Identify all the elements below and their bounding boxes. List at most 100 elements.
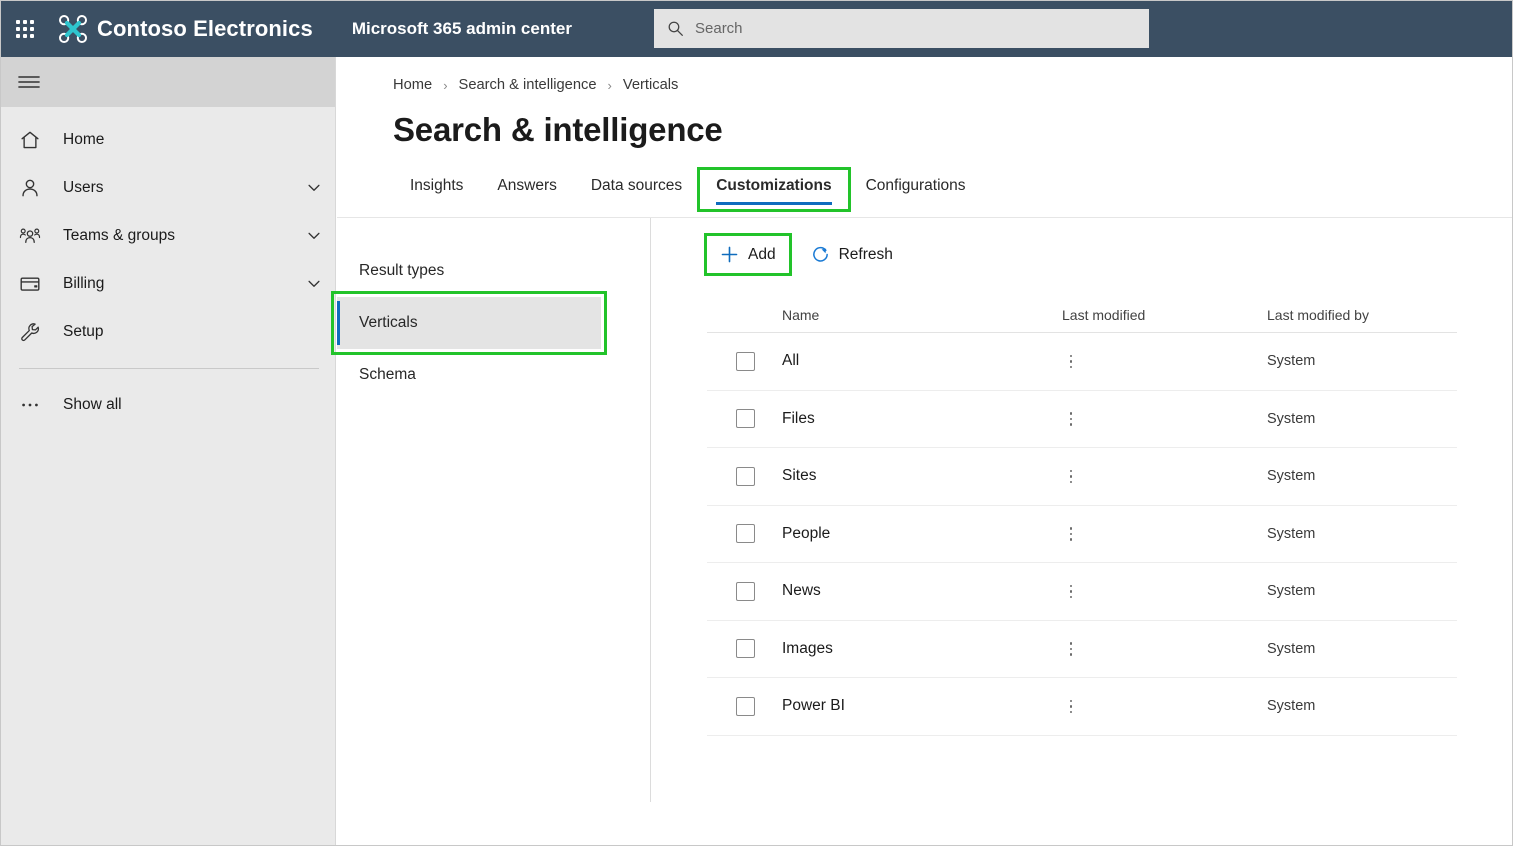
sidebar-item-label: Users (63, 179, 104, 196)
row-last-modified-by: System (1267, 468, 1316, 485)
refresh-icon (812, 246, 828, 262)
column-header-name[interactable]: Name (782, 307, 1062, 323)
hamburger-menu-icon[interactable] (1, 57, 335, 107)
row-checkbox[interactable] (736, 639, 755, 659)
table-row[interactable]: Files System (707, 391, 1457, 448)
table-row[interactable]: Sites System (707, 448, 1457, 506)
search-input[interactable] (695, 20, 1136, 37)
row-last-modified-by: System (1267, 583, 1316, 600)
more-options-kebab-icon[interactable] (1062, 523, 1080, 545)
people-group-icon (19, 228, 41, 244)
sidebar-item-billing[interactable]: Billing (1, 260, 335, 308)
tab-customizations[interactable]: Customizations (697, 167, 851, 212)
row-last-modified-by: System (1267, 525, 1316, 542)
row-last-modified-by: System (1267, 353, 1316, 370)
table-row[interactable]: All System (707, 333, 1457, 391)
table-row[interactable]: News System (707, 563, 1457, 621)
more-options-kebab-icon[interactable] (1062, 465, 1080, 487)
chevron-down-icon[interactable] (307, 277, 321, 291)
left-sidebar: Home Users Teams & groups Billing Setup … (1, 57, 336, 845)
add-button-label: Add (748, 245, 776, 263)
tab-insights[interactable]: Insights (393, 169, 480, 210)
row-checkbox[interactable] (736, 466, 755, 486)
home-icon (21, 131, 39, 149)
brand[interactable]: Contoso Electronics (58, 14, 313, 44)
table-row[interactable]: People System (707, 506, 1457, 563)
sidebar-item-home[interactable]: Home (1, 116, 335, 164)
row-name: People (782, 524, 831, 542)
row-checkbox[interactable] (736, 581, 755, 601)
sidebar-item-label: Billing (63, 275, 105, 292)
plus-icon (721, 246, 738, 263)
hamburger-lines-icon (18, 76, 40, 88)
admin-center-window: Contoso Electronics Microsoft 365 admin … (0, 0, 1513, 846)
tab-data-sources[interactable]: Data sources (574, 169, 699, 210)
sidebar-item-setup[interactable]: Setup (1, 308, 335, 356)
page-title: Search & intelligence (393, 111, 723, 148)
verticals-table: Name Last modified Last modified by All … (707, 297, 1457, 736)
table-row[interactable]: Power BI System (707, 678, 1457, 736)
global-search-box[interactable] (654, 9, 1149, 48)
row-name: Images (782, 639, 833, 657)
row-checkbox-cell (707, 466, 782, 486)
row-last-modified-cell (1062, 638, 1267, 660)
wrench-icon (21, 323, 40, 342)
brand-name: Contoso Electronics (97, 16, 313, 41)
app-launcher-waffle-icon[interactable] (1, 1, 49, 57)
row-last-modified-by: System (1267, 698, 1316, 715)
table-header-row: Name Last modified Last modified by (707, 297, 1457, 333)
row-last-modified-cell (1062, 350, 1267, 372)
row-checkbox-cell (707, 409, 782, 429)
row-name: Sites (782, 467, 817, 485)
tab-bar: Insights Answers Data sources Customizat… (337, 149, 1512, 212)
sidebar-item-show-all[interactable]: Show all (1, 381, 335, 429)
row-checkbox[interactable] (736, 696, 755, 716)
sidebar-item-label: Teams & groups (63, 227, 175, 244)
tab-configurations[interactable]: Configurations (849, 169, 983, 210)
row-name: All (782, 352, 800, 370)
user-icon (22, 179, 38, 197)
verticals-pane: Add Refresh Name Last modified Last modi… (651, 218, 1512, 802)
app-title: Microsoft 365 admin center (351, 19, 572, 38)
breadcrumb-item-home[interactable]: Home (393, 77, 432, 93)
row-checkbox[interactable] (736, 351, 755, 371)
chevron-down-icon[interactable] (307, 181, 321, 195)
more-options-kebab-icon[interactable] (1062, 350, 1080, 372)
table-row[interactable]: Images System (707, 621, 1457, 678)
drone-logo-icon (58, 14, 88, 44)
more-options-kebab-icon[interactable] (1062, 695, 1080, 717)
breadcrumb: Home › Search & intelligence › Verticals (337, 57, 1512, 93)
row-checkbox[interactable] (736, 409, 755, 429)
column-header-last-modified[interactable]: Last modified (1062, 307, 1267, 323)
breadcrumb-item-search-intelligence[interactable]: Search & intelligence (459, 77, 597, 93)
subnav-item-result-types[interactable]: Result types (337, 245, 601, 297)
add-button[interactable]: Add (704, 233, 792, 276)
row-name: News (782, 582, 821, 600)
column-header-last-modified-by[interactable]: Last modified by (1267, 307, 1457, 323)
breadcrumb-item-verticals: Verticals (622, 77, 679, 93)
more-options-kebab-icon[interactable] (1062, 638, 1080, 660)
more-options-kebab-icon[interactable] (1062, 408, 1080, 430)
refresh-button-label: Refresh (838, 245, 893, 263)
row-name: Files (782, 409, 815, 427)
sidebar-item-label: Home (63, 131, 105, 148)
row-last-modified-by: System (1267, 640, 1316, 657)
row-checkbox-cell (707, 639, 782, 659)
main-content: Home › Search & intelligence › Verticals… (331, 57, 1512, 845)
row-last-modified-cell (1062, 695, 1267, 717)
sidebar-item-teams-groups[interactable]: Teams & groups (1, 212, 335, 260)
chevron-down-icon[interactable] (307, 229, 321, 243)
sidebar-divider (19, 368, 319, 369)
refresh-button[interactable]: Refresh (798, 236, 906, 273)
row-last-modified-cell (1062, 523, 1267, 545)
ellipsis-icon (22, 403, 38, 407)
subnav-item-verticals[interactable]: Verticals (331, 291, 607, 355)
sidebar-nav: Home Users Teams & groups Billing Setup … (1, 107, 335, 429)
subnav-item-schema[interactable]: Schema (337, 349, 601, 401)
sidebar-item-users[interactable]: Users (1, 164, 335, 212)
row-checkbox[interactable] (736, 524, 755, 544)
row-last-modified-cell (1062, 408, 1267, 430)
tab-answers[interactable]: Answers (480, 169, 573, 210)
search-icon (668, 21, 683, 36)
more-options-kebab-icon[interactable] (1062, 580, 1080, 602)
